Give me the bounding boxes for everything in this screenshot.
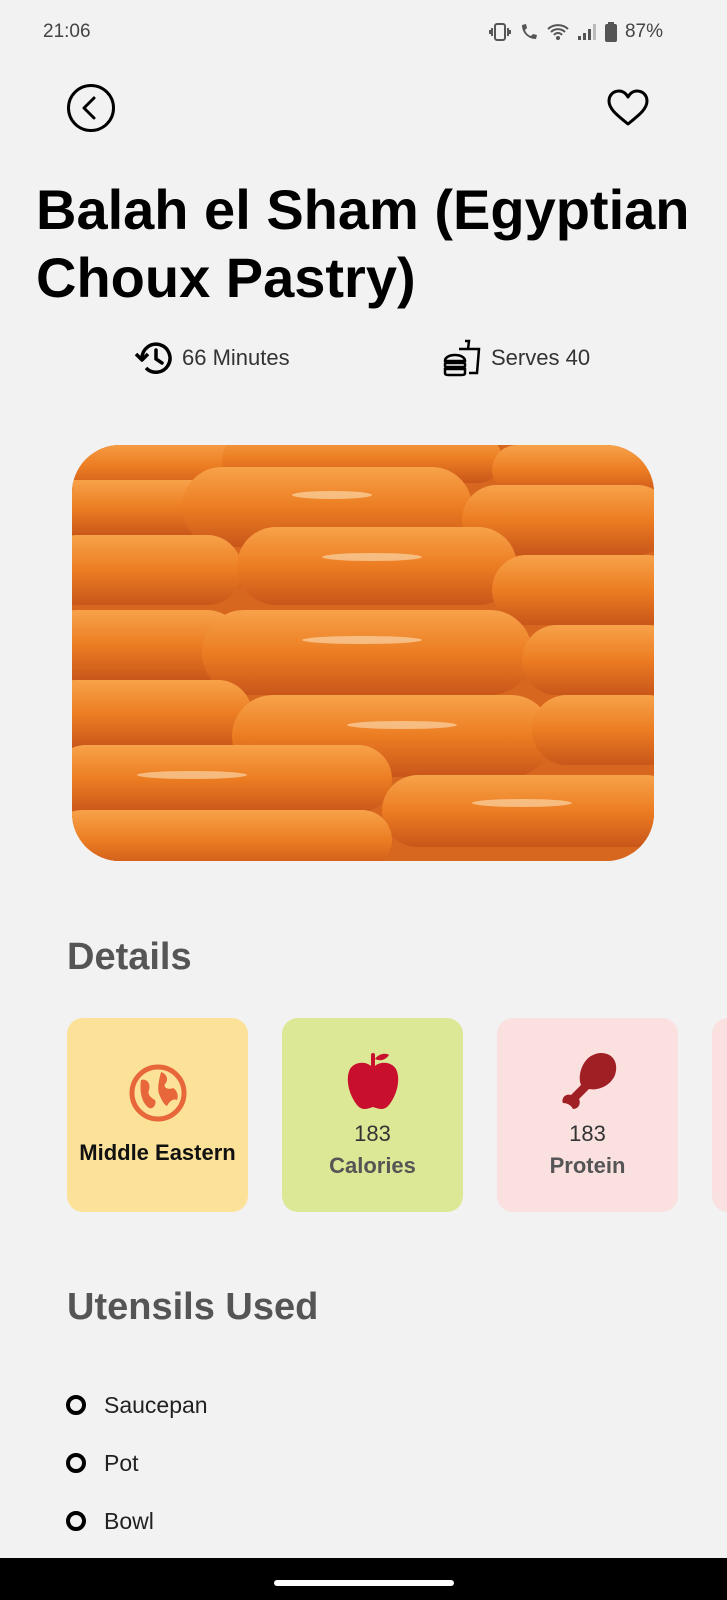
system-nav-bar — [0, 1558, 727, 1600]
utensil-name: Saucepan — [104, 1391, 208, 1418]
cuisine-card[interactable]: Middle Eastern — [67, 1018, 248, 1212]
cuisine-label: Middle Eastern — [79, 1140, 236, 1165]
pastry-photo — [72, 445, 654, 861]
heart-icon — [607, 89, 649, 126]
servings: Serves 40 — [443, 336, 590, 380]
cook-time: 66 Minutes — [134, 336, 290, 380]
utensils-list: Saucepan Pot Bowl — [66, 1376, 208, 1550]
back-button[interactable] — [66, 83, 116, 133]
protein-label: Protein — [549, 1153, 626, 1178]
status-time: 21:06 — [43, 21, 91, 42]
recipe-meta: 66 Minutes Serves 40 — [0, 336, 727, 380]
vibrate-icon — [488, 23, 511, 41]
utensil-name: Bowl — [104, 1507, 154, 1534]
status-icons: 87% — [488, 21, 663, 43]
recipe-image — [72, 445, 654, 861]
battery-percent: 87% — [624, 21, 663, 42]
calories-value: 183 — [354, 1121, 391, 1146]
favorite-button[interactable] — [607, 89, 649, 127]
battery-icon — [604, 22, 617, 42]
apple-icon — [347, 1053, 398, 1109]
bullet-circle-icon — [66, 1511, 86, 1531]
bullet-circle-icon — [66, 1395, 86, 1415]
calories-label: Calories — [329, 1153, 416, 1178]
recipe-title: Balah el Sham (Egyptian Choux Pastry) — [36, 178, 690, 309]
top-nav — [66, 80, 649, 136]
utensil-name: Pot — [104, 1449, 139, 1476]
cook-time-text: 66 Minutes — [182, 345, 290, 370]
list-item: Saucepan — [66, 1376, 208, 1434]
globe-icon — [129, 1064, 186, 1122]
details-cards: Middle Eastern 183 Calories 183 Protein — [67, 1018, 727, 1214]
fast-food-icon — [443, 339, 481, 377]
wifi-call-icon — [521, 24, 537, 39]
bullet-circle-icon — [66, 1453, 86, 1473]
signal-icon — [577, 24, 596, 40]
status-bar: 21:06 87% — [0, 0, 727, 64]
chicken-leg-icon — [561, 1053, 616, 1109]
list-item: Bowl — [66, 1492, 208, 1550]
utensils-title: Utensils Used — [67, 1286, 319, 1328]
calories-card[interactable]: 183 Calories — [282, 1018, 463, 1212]
protein-card[interactable]: 183 Protein — [497, 1018, 678, 1212]
home-gesture-handle[interactable] — [274, 1580, 454, 1586]
history-clock-icon — [134, 342, 172, 374]
protein-value: 183 — [569, 1121, 606, 1146]
back-arrow-icon — [67, 84, 115, 132]
list-item: Pot — [66, 1434, 208, 1492]
details-title: Details — [67, 936, 192, 978]
wifi-icon — [547, 24, 569, 40]
next-card-peek[interactable] — [712, 1018, 727, 1212]
servings-text: Serves 40 — [491, 345, 591, 370]
